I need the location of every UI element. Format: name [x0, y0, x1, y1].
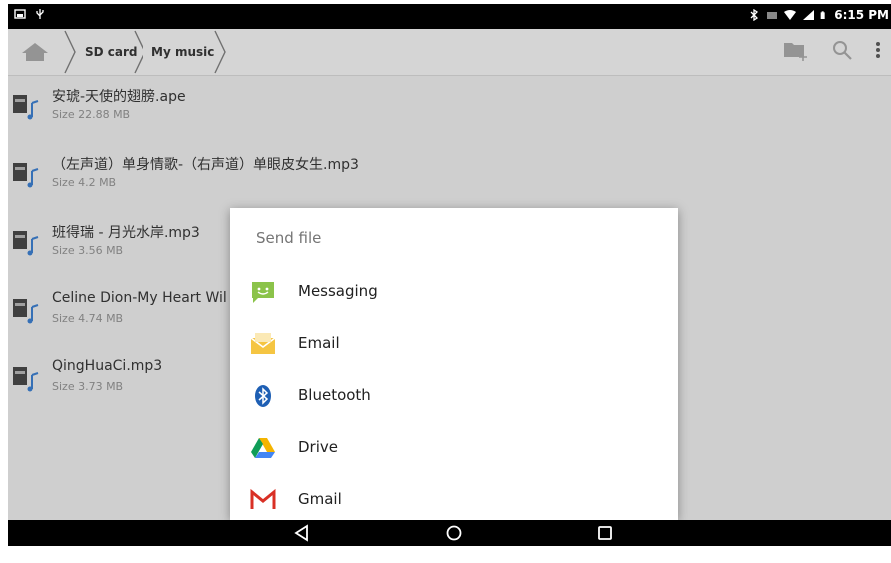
bluetooth-icon [255, 385, 271, 407]
recent-apps-icon[interactable] [596, 524, 614, 542]
drive-icon [251, 438, 275, 458]
screenshot-notification-icon [14, 9, 26, 19]
share-target-gmail[interactable]: Gmail [230, 474, 678, 526]
send-file-dialog: Send file Messaging Email Bluetooth Driv… [230, 208, 678, 520]
back-icon[interactable] [293, 524, 311, 542]
messaging-icon [252, 282, 274, 303]
share-target-label: Drive [298, 438, 338, 456]
navigation-bar [8, 520, 891, 546]
home-button-icon[interactable] [445, 524, 463, 542]
share-target-messaging[interactable]: Messaging [230, 266, 678, 318]
dialog-title: Send file [256, 229, 322, 247]
gmail-icon [250, 488, 276, 509]
share-target-label: Messaging [298, 282, 378, 300]
screen: 6:15 PM SD card My music 安琥-天使的翅膀.ape Si… [8, 4, 891, 546]
status-time: 6:15 PM [834, 8, 889, 22]
wifi-icon [784, 10, 797, 20]
cast-icon [767, 12, 778, 19]
battery-icon [820, 11, 825, 19]
bluetooth-status-icon [750, 9, 759, 21]
share-target-drive[interactable]: Drive [230, 422, 678, 474]
status-bar: 6:15 PM [8, 4, 891, 29]
usb-icon [36, 9, 44, 19]
share-target-bluetooth[interactable]: Bluetooth [230, 370, 678, 422]
share-target-label: Email [298, 334, 340, 352]
email-icon [250, 333, 276, 354]
signal-icon [803, 10, 815, 20]
share-target-label: Gmail [298, 490, 342, 508]
share-target-label: Bluetooth [298, 386, 371, 404]
share-target-email[interactable]: Email [230, 318, 678, 370]
